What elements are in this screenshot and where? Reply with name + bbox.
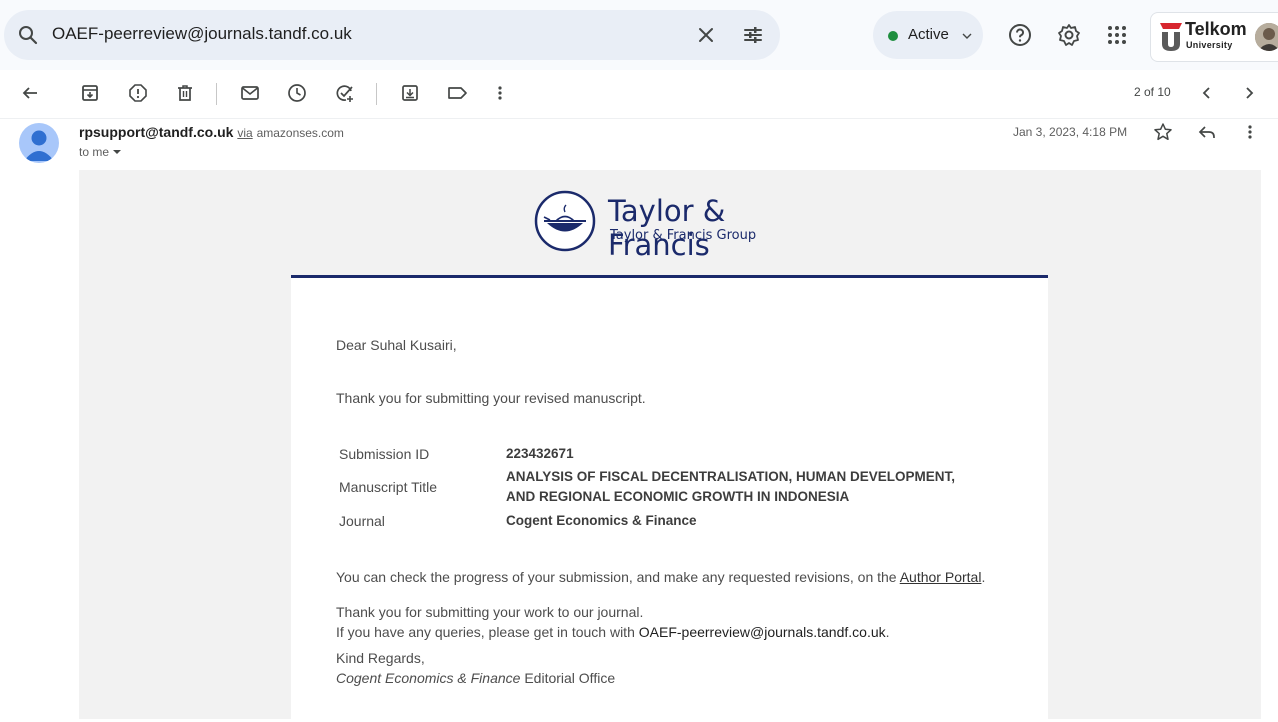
teapot-lamp-icon <box>534 190 596 252</box>
prev-chevron-icon[interactable] <box>1199 83 1215 108</box>
manuscript-title-line-1: ANALYSIS OF FISCAL DECENTRALISATION, HUM… <box>506 469 956 484</box>
thanks-work: Thank you for submitting your work to ou… <box>336 604 644 620</box>
submission-id-value: 223432671 <box>506 446 574 461</box>
back-arrow-icon[interactable] <box>20 83 40 108</box>
user-avatar[interactable] <box>1255 23 1278 51</box>
publisher-logo: Taylor & Francis Taylor & Francis Group <box>534 190 834 262</box>
search-icon[interactable] <box>18 25 38 50</box>
recipient-toggle[interactable]: to me <box>79 145 122 159</box>
manuscript-title-line-2: AND REGIONAL ECONOMIC GROWTH IN INDONESI… <box>506 489 850 504</box>
status-label: Active <box>908 26 949 43</box>
sender-email[interactable]: rpsupport@tandf.co.uk <box>79 124 233 140</box>
top-bar: OAEF-peerreview@journals.tandf.co.uk Act… <box>0 0 1278 70</box>
message-header: rpsupport@tandf.co.uk via amazonses.com … <box>0 118 1278 169</box>
toolbar-divider <box>376 83 377 105</box>
archive-icon[interactable] <box>80 83 100 108</box>
next-chevron-icon[interactable] <box>1241 83 1257 108</box>
more-vert-icon[interactable] <box>1242 122 1258 147</box>
journal-name-italic: Cogent Economics & Finance <box>336 670 521 686</box>
greeting: Dear Suhal Kusairi, <box>336 337 457 353</box>
caret-down-icon <box>112 145 122 159</box>
sender-line: rpsupport@tandf.co.uk via amazonses.com <box>79 124 344 140</box>
regards: Kind Regards, <box>336 650 425 666</box>
apps-grid-icon[interactable] <box>1105 23 1129 52</box>
editorial-office: Editorial Office <box>524 670 616 686</box>
chevron-down-icon <box>961 29 973 47</box>
thanks-revised: Thank you for submitting your revised ma… <box>336 390 646 406</box>
account-switcher[interactable]: Telkom University <box>1150 12 1278 62</box>
contact-paragraph: Thank you for submitting your work to ou… <box>336 602 890 642</box>
queries-text: If you have any queries, please get in t… <box>336 624 635 640</box>
message-toolbar: 2 of 10 <box>0 70 1278 118</box>
manuscript-title-label: Manuscript Title <box>339 479 438 495</box>
period: . <box>981 569 986 585</box>
org-name: Telkom <box>1185 19 1247 39</box>
mark-unread-icon[interactable] <box>240 83 260 108</box>
author-portal-link[interactable]: Author Portal <box>900 569 982 585</box>
sender-avatar[interactable] <box>19 123 59 163</box>
add-task-icon[interactable] <box>335 83 355 108</box>
snooze-clock-icon[interactable] <box>287 83 307 108</box>
progress-paragraph: You can check the progress of your submi… <box>336 569 985 585</box>
message-body: Taylor & Francis Taylor & Francis Group … <box>79 170 1261 722</box>
delete-icon[interactable] <box>175 83 195 108</box>
move-to-icon[interactable] <box>400 83 420 108</box>
star-icon[interactable] <box>1153 122 1173 147</box>
status-dot-icon <box>888 31 898 41</box>
submission-id-label: Submission ID <box>339 446 430 462</box>
message-date: Jan 3, 2023, 4:18 PM <box>1013 125 1128 139</box>
queries-line: If you have any queries, please get in t… <box>336 622 890 642</box>
report-spam-icon[interactable] <box>128 83 148 108</box>
more-vert-icon[interactable] <box>492 83 508 108</box>
search-input[interactable]: OAEF-peerreview@journals.tandf.co.uk <box>52 24 352 44</box>
search-bar[interactable]: OAEF-peerreview@journals.tandf.co.uk <box>4 10 780 60</box>
search-options-icon[interactable] <box>741 23 765 52</box>
progress-text: You can check the progress of your submi… <box>336 569 897 585</box>
pagination-count: 2 of 10 <box>1134 85 1171 99</box>
org-subname: University <box>1186 40 1233 50</box>
letter-card: Dear Suhal Kusairi, Thank you for submit… <box>291 275 1048 722</box>
reply-icon[interactable] <box>1197 122 1217 147</box>
publisher-group: Taylor & Francis Group <box>610 228 757 243</box>
via-link[interactable]: via <box>237 126 252 140</box>
contact-email-link[interactable]: OAEF-peerreview@journals.tandf.co.uk <box>639 624 886 640</box>
recipient-label: to me <box>79 145 110 159</box>
manuscript-title-value: ANALYSIS OF FISCAL DECENTRALISATION, HUM… <box>506 467 955 507</box>
telkom-logo-icon <box>1159 22 1183 57</box>
office-line: Cogent Economics & Finance Editorial Off… <box>336 668 615 688</box>
journal-value: Cogent Economics & Finance <box>506 513 697 528</box>
status-selector[interactable]: Active <box>873 11 983 59</box>
clear-search-icon[interactable] <box>694 23 718 52</box>
signature: Kind Regards, Cogent Economics & Finance… <box>336 648 615 688</box>
help-icon[interactable] <box>1008 23 1032 52</box>
toolbar-divider <box>216 83 217 105</box>
journal-label: Journal <box>339 513 385 529</box>
gear-icon[interactable] <box>1057 23 1081 52</box>
via-domain: amazonses.com <box>256 126 344 140</box>
label-icon[interactable] <box>447 83 469 108</box>
period: . <box>885 624 890 640</box>
